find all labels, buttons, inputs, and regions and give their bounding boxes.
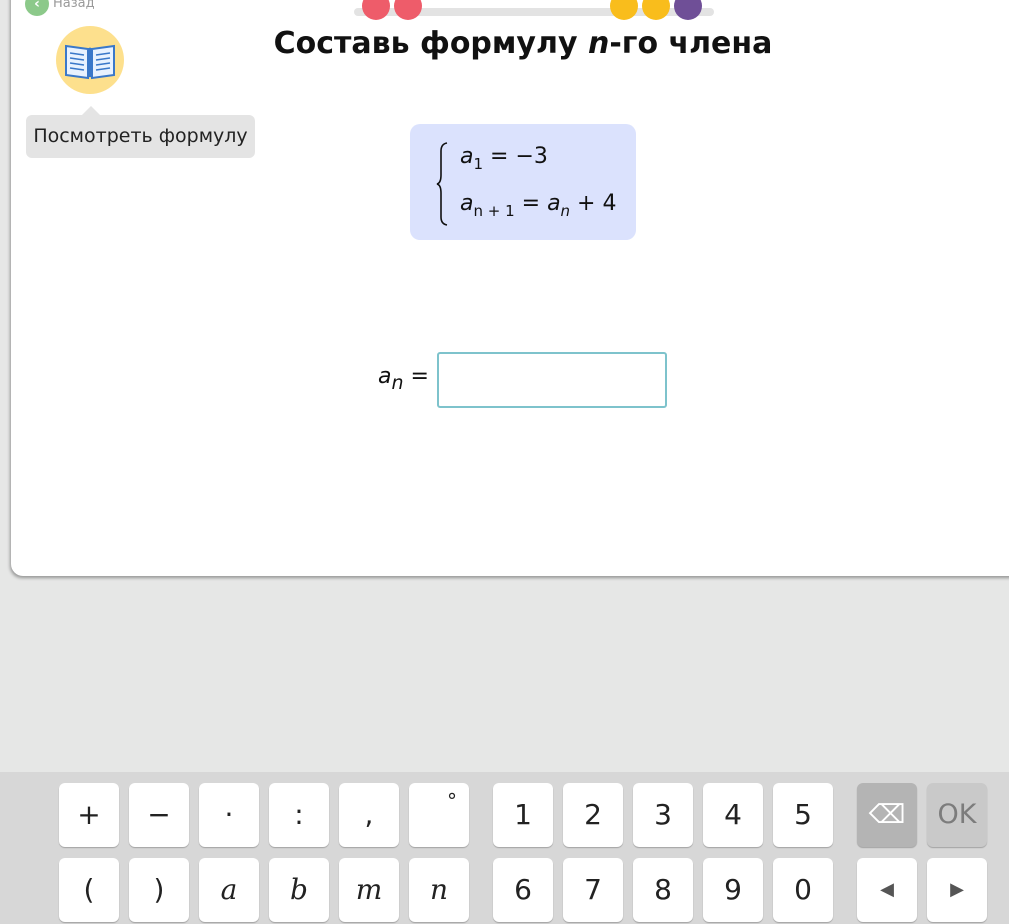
key-6[interactable]: 6 [493, 858, 553, 922]
key-m[interactable]: m [339, 858, 399, 922]
key-8[interactable]: 8 [633, 858, 693, 922]
arrow-left-icon[interactable]: ◀ [857, 858, 917, 922]
ok-button[interactable]: OK [927, 783, 987, 847]
key-n[interactable]: n [409, 858, 469, 922]
key-comma[interactable]: , [339, 783, 399, 847]
key-divide-colon[interactable]: : [269, 783, 329, 847]
view-formula-label: Посмотреть формулу [33, 125, 248, 147]
equation-recurrence: an + 1 = an + 4 [460, 191, 617, 220]
equation-first-term: a1 = −3 [460, 144, 548, 173]
left-brace [436, 142, 448, 226]
key-minus[interactable]: − [129, 783, 189, 847]
task-title: Составь формулу n-го члена [273, 26, 773, 61]
key-0[interactable]: 0 [773, 858, 833, 922]
key-5[interactable]: 5 [773, 783, 833, 847]
key-b[interactable]: b [269, 858, 329, 922]
answer-input[interactable] [437, 352, 667, 408]
recurrence-system: a1 = −3 an + 1 = an + 4 [410, 124, 636, 240]
task-card [11, 0, 1009, 576]
progress-dot [674, 0, 702, 20]
key-open-paren[interactable]: ( [59, 858, 119, 922]
key-1[interactable]: 1 [493, 783, 553, 847]
progress-dot [394, 0, 422, 20]
arrow-right-icon[interactable]: ▶ [927, 858, 987, 922]
key-plus[interactable]: + [59, 783, 119, 847]
answer-label: an = [378, 364, 429, 394]
key-4[interactable]: 4 [703, 783, 763, 847]
progress-dot [610, 0, 638, 20]
view-formula-button[interactable]: Посмотреть формулу [26, 106, 255, 158]
key-degree[interactable]: ° [409, 783, 469, 847]
backspace-icon[interactable]: ⌫ [857, 783, 917, 847]
progress-bar [354, 0, 714, 20]
progress-dot [642, 0, 670, 20]
key-a[interactable]: a [199, 858, 259, 922]
key-9[interactable]: 9 [703, 858, 763, 922]
key-2[interactable]: 2 [563, 783, 623, 847]
chevron-left-icon: ‹ [25, 0, 49, 16]
progress-dot [362, 0, 390, 20]
back-button[interactable]: ‹ Назад [25, 0, 95, 16]
key-multiply-dot[interactable]: · [199, 783, 259, 847]
key-7[interactable]: 7 [563, 858, 623, 922]
key-close-paren[interactable]: ) [129, 858, 189, 922]
math-keyboard: + − · : , ° 1 2 3 4 5 ⌫ OK ( ) a b m n 6… [0, 772, 1009, 924]
key-3[interactable]: 3 [633, 783, 693, 847]
back-label: Назад [53, 0, 95, 11]
